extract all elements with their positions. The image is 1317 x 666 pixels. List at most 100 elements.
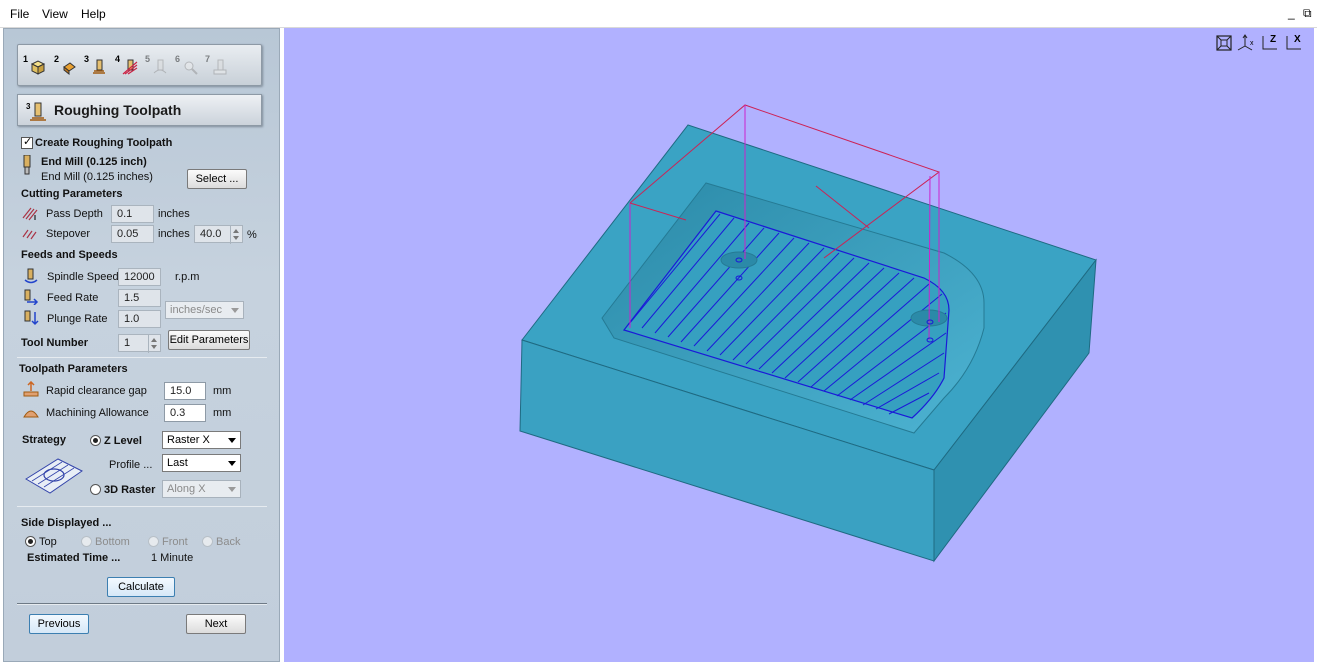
- step-4-button[interactable]: 4: [115, 54, 141, 78]
- side-front-radio: [148, 536, 159, 547]
- step-2-button[interactable]: 2: [54, 54, 80, 78]
- menu-view[interactable]: View: [42, 7, 68, 21]
- z-level-radio[interactable]: [90, 435, 101, 446]
- previous-button[interactable]: Previous: [29, 614, 89, 634]
- step-number: 6: [175, 54, 181, 64]
- side-bottom-radio: [81, 536, 92, 547]
- stepover-percent-value: 40.0: [200, 228, 222, 240]
- stepover-icon: [22, 229, 37, 240]
- 3d-raster-select-value: Along X: [167, 483, 206, 495]
- step-7-button[interactable]: 7: [205, 54, 231, 78]
- roughing-title-icon: 3: [26, 102, 46, 121]
- plunge-rate-icon: [24, 310, 39, 326]
- profile-label: Profile ...: [109, 459, 153, 471]
- end-mill-icon: [23, 155, 31, 175]
- profile-select-value: Last: [167, 457, 188, 469]
- machining-allowance-icon: [23, 410, 39, 418]
- wizard-step-bar: 1 2 3 4 5 6 7: [17, 44, 262, 86]
- tool-number-spinner[interactable]: [148, 335, 160, 353]
- minimize-button[interactable]: _: [1288, 6, 1295, 20]
- step-number: 7: [205, 54, 211, 64]
- material-setup-icon: [30, 60, 46, 75]
- tool-number-value: 1: [124, 337, 131, 349]
- plunge-rate-label: Plunge Rate: [47, 313, 108, 325]
- chevron-down-icon: [228, 461, 236, 466]
- side-back-radio: [202, 536, 213, 547]
- toolpath-parameters-heading: Toolpath Parameters: [19, 363, 128, 375]
- spindle-speed-unit: r.p.m: [175, 271, 200, 283]
- plunge-rate-input[interactable]: 1.0: [118, 310, 161, 328]
- rate-unit-value: inches/sec: [170, 304, 222, 316]
- pass-depth-icon: [22, 207, 38, 221]
- strategy-label: Strategy: [22, 434, 67, 446]
- tool-name: End Mill (0.125 inches): [41, 171, 153, 183]
- pocket-hole: [720, 251, 758, 269]
- finishing-icon: [122, 59, 138, 75]
- step-number: 1: [23, 54, 29, 64]
- step-6-button[interactable]: 6: [175, 54, 201, 78]
- svg-text:3: 3: [26, 102, 31, 111]
- estimated-time-value: 1 Minute: [151, 552, 194, 564]
- pass-depth-input[interactable]: 0.1: [111, 205, 154, 223]
- feeds-speeds-heading: Feeds and Speeds: [21, 249, 118, 261]
- page-title-bar: 3 Roughing Toolpath: [17, 94, 262, 126]
- side-front-label: Front: [162, 536, 188, 548]
- 3d-viewport[interactable]: x Z X: [284, 28, 1314, 662]
- calculate-button[interactable]: Calculate: [107, 577, 175, 597]
- 3d-raster-radio[interactable]: [90, 484, 101, 495]
- profile-select[interactable]: Last: [162, 454, 241, 472]
- tool-number-input[interactable]: 1: [118, 334, 161, 353]
- menu-file[interactable]: File: [10, 7, 29, 21]
- model-position-icon: [63, 62, 76, 75]
- z-level-label: Z Level: [104, 435, 142, 447]
- create-roughing-checkbox[interactable]: [21, 135, 33, 149]
- tool-number-label: Tool Number: [21, 337, 89, 349]
- divider: [17, 506, 267, 507]
- spindle-speed-label: Spindle Speed: [47, 271, 119, 283]
- chevron-down-icon: [228, 438, 236, 443]
- select-tool-button[interactable]: Select ...: [187, 169, 247, 189]
- step-number: 4: [115, 54, 121, 64]
- percent-sign: %: [247, 229, 257, 241]
- feed-rate-icon: [24, 289, 39, 305]
- 3d-raster-select: Along X: [162, 480, 241, 498]
- step-5-button[interactable]: 5: [145, 54, 171, 78]
- machining-allowance-unit: mm: [213, 407, 232, 419]
- page-title: Roughing Toolpath: [54, 102, 182, 118]
- cutting-parameters-heading: Cutting Parameters: [21, 188, 123, 200]
- pass-depth-unit: inches: [158, 208, 190, 220]
- estimated-time-label: Estimated Time ...: [27, 552, 121, 564]
- next-button[interactable]: Next: [186, 614, 246, 634]
- stepover-percent-spinner[interactable]: [230, 226, 242, 244]
- restore-button[interactable]: ⧉: [1303, 6, 1312, 21]
- rapid-clearance-icon: [23, 381, 39, 397]
- edit-parameters-button[interactable]: Edit Parameters: [168, 330, 250, 350]
- rate-unit-select: inches/sec: [165, 301, 244, 319]
- menu-help[interactable]: Help: [81, 7, 106, 21]
- step-number: 5: [145, 54, 151, 64]
- rapid-clearance-input[interactable]: 15.0: [164, 382, 206, 400]
- side-top-label: Top: [39, 536, 57, 548]
- stepover-percent-input[interactable]: 40.0: [194, 225, 243, 244]
- side-top-radio[interactable]: [25, 536, 36, 547]
- cutout-icon: [153, 59, 167, 74]
- rapid-clearance-label: Rapid clearance gap: [46, 385, 147, 397]
- feed-rate-input[interactable]: 1.5: [118, 289, 161, 307]
- stepover-label: Stepover: [46, 228, 91, 240]
- feed-rate-label: Feed Rate: [47, 292, 99, 304]
- divider: [17, 603, 267, 605]
- spindle-speed-input[interactable]: 12000: [118, 268, 161, 286]
- side-bottom-label: Bottom: [95, 536, 130, 548]
- step-3-button[interactable]: 3: [84, 54, 110, 78]
- machining-allowance-input[interactable]: 0.3: [164, 404, 206, 422]
- divider: [17, 357, 267, 358]
- z-level-select[interactable]: Raster X: [162, 431, 241, 449]
- z-level-select-value: Raster X: [167, 434, 210, 446]
- machined-model: [519, 104, 1097, 563]
- step-1-button[interactable]: 1: [23, 54, 49, 78]
- stepover-input[interactable]: 0.05: [111, 225, 154, 243]
- step-number: 3: [84, 54, 90, 64]
- create-roughing-label: Create Roughing Toolpath: [35, 137, 173, 149]
- machining-allowance-label: Machining Allowance: [46, 407, 149, 419]
- side-back-label: Back: [216, 536, 241, 548]
